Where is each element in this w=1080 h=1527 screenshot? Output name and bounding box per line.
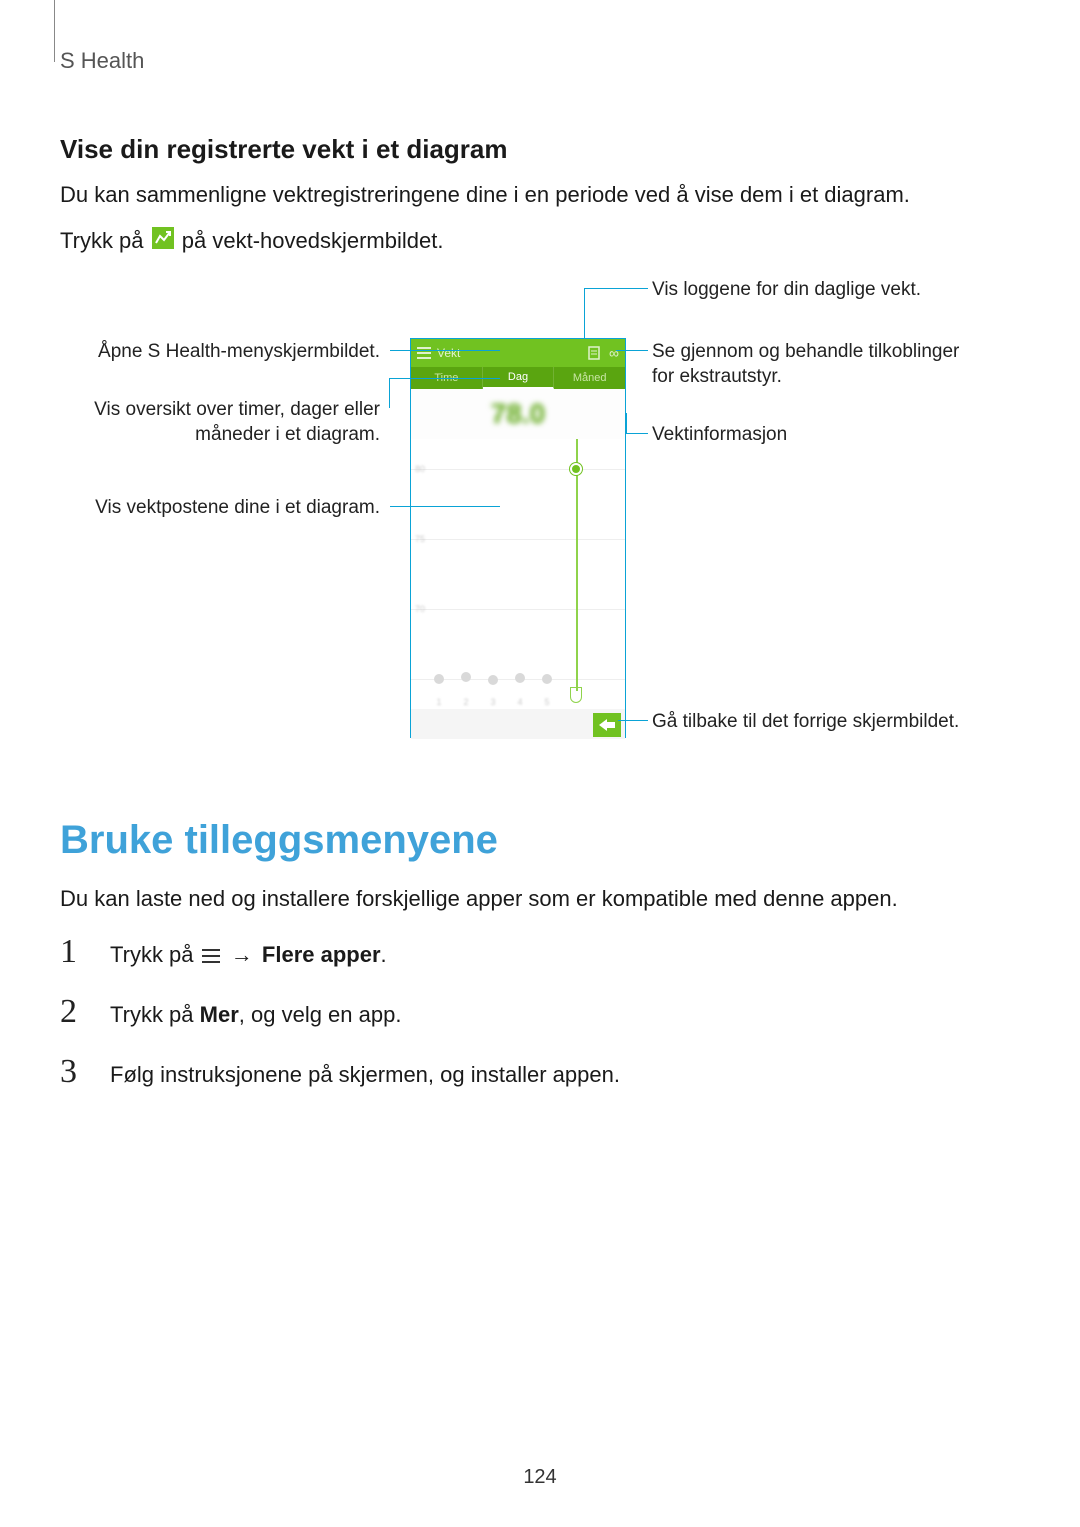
menu-icon[interactable] (417, 347, 431, 359)
p2-post: på vekt-hovedskjermbildet. (182, 228, 444, 253)
step-2: 2 Trykk på Mer, og velg en app. (60, 993, 1020, 1031)
callout-open-menu: Åpne S Health-menyskjermbildet. (70, 340, 380, 365)
weight-chart: 80 75 70 1 2 3 4 5 (411, 439, 625, 709)
step2-post: , og velg en app. (239, 1002, 402, 1027)
current-weight-display: 78.0 (411, 389, 625, 439)
callout-time-range: Vis oversikt over timer, dager eller mån… (70, 398, 380, 447)
step2-pre: Trykk på (110, 1002, 200, 1027)
step1-pre: Trykk på (110, 942, 194, 967)
section-indent-line (54, 0, 55, 62)
leader-line (390, 350, 500, 351)
back-corner-button[interactable] (593, 713, 621, 737)
step-number: 1 (60, 933, 90, 971)
paragraph-intro-1: Du kan sammenligne vektregistreringene d… (60, 179, 1020, 211)
page-number: 124 (0, 1466, 1080, 1489)
step-number: 3 (60, 1053, 90, 1091)
leader-line (389, 378, 390, 408)
annotated-figure: Vis loggene for din daglige vekt. Vekt ∞… (60, 278, 1020, 768)
chart-toggle-icon (152, 226, 174, 258)
leader-line (390, 506, 500, 507)
phone-title-bar: Vekt ∞ (411, 339, 625, 367)
leader-line (616, 350, 648, 351)
paragraph-intro-2: Trykk på på vekt-hovedskjermbildet. (60, 225, 1020, 258)
phone-title: Vekt (437, 346, 460, 360)
leader-line (584, 288, 585, 338)
arrow-icon: → (231, 940, 253, 971)
callout-accessory: Se gjennom og behandle tilkoblinger for … (652, 340, 962, 389)
hamburger-menu-icon (202, 949, 220, 963)
tab-month[interactable]: Måned (554, 367, 625, 389)
leader-line (626, 433, 648, 434)
p2-pre: Trykk på (60, 228, 144, 253)
step1-post: . (381, 942, 387, 967)
phone-footer-bar (411, 709, 625, 739)
log-clipboard-icon[interactable] (587, 346, 603, 360)
callout-weight-info: Vektinformasjon (652, 423, 787, 448)
subheading-weight-diagram: Vise din registrerte vekt i et diagram (60, 134, 1020, 165)
step2-bold: Mer (200, 1002, 239, 1027)
callout-log-daily-weight: Vis loggene for din daglige vekt. (652, 278, 921, 303)
heading-additional-menus: Bruke tilleggsmenyene (60, 818, 1020, 863)
step1-bold: Flere apper (262, 942, 381, 967)
callout-back: Gå tilbake til det forrige skjermbildet. (652, 710, 962, 735)
weight-value-blurred: 78.0 (491, 398, 546, 430)
accessory-link-icon[interactable]: ∞ (609, 345, 619, 361)
step-3: 3 Følg instruksjonene på skjermen, og in… (60, 1053, 1020, 1091)
paragraph-section2-intro: Du kan laste ned og installere forskjell… (60, 883, 1020, 915)
leader-line (584, 288, 648, 289)
header-section-label: S Health (60, 48, 1020, 74)
step-list: 1 Trykk på → Flere apper. 2 Trykk på Mer… (60, 933, 1020, 1091)
leader-line (626, 413, 627, 433)
step-1: 1 Trykk på → Flere apper. (60, 933, 1020, 971)
phone-screenshot: Vekt ∞ Time Dag Måned 78.0 80 (410, 338, 626, 738)
leader-line (618, 720, 648, 721)
step3-text: Følg instruksjonene på skjermen, og inst… (110, 1060, 1020, 1091)
step-number: 2 (60, 993, 90, 1031)
leader-line (390, 378, 500, 379)
callout-chart: Vis vektpostene dine i et diagram. (70, 496, 380, 521)
